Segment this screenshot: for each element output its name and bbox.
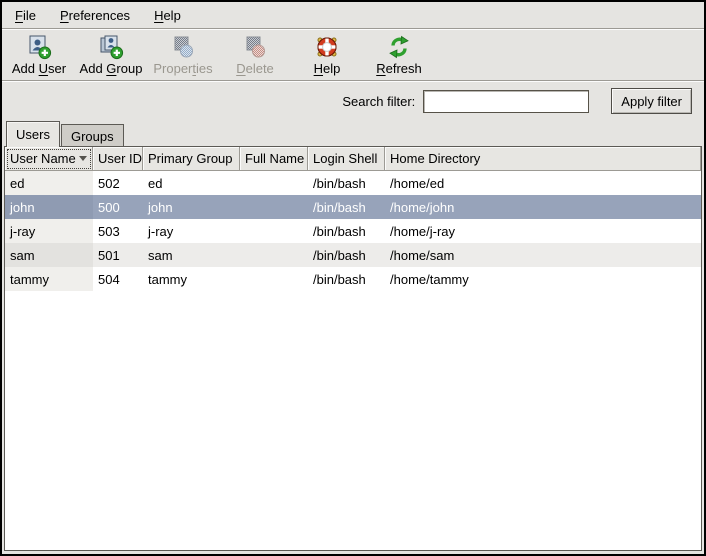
menu-preferences[interactable]: Preferences bbox=[57, 6, 133, 25]
toolbar: Add User Add Group bbox=[2, 29, 704, 81]
add-group-label: Add Group bbox=[80, 61, 143, 76]
column-header-login-shell[interactable]: Login Shell bbox=[308, 147, 385, 171]
user-manager-window: File Preferences Help Add User bbox=[0, 0, 706, 556]
delete-button[interactable]: Delete bbox=[220, 31, 290, 79]
tab-groups[interactable]: Groups bbox=[61, 124, 124, 146]
properties-icon bbox=[170, 34, 196, 60]
add-group-icon bbox=[98, 34, 124, 60]
search-filter-label: Search filter: bbox=[342, 94, 415, 109]
table-row-john-selected[interactable]: john 500 john /bin/bash /home/john bbox=[5, 195, 701, 219]
table-row-j-ray[interactable]: j-ray 503 j-ray /bin/bash /home/j-ray bbox=[5, 219, 701, 243]
menu-help[interactable]: Help bbox=[151, 6, 184, 25]
table-empty-area bbox=[5, 291, 701, 550]
delete-icon bbox=[242, 34, 268, 60]
refresh-label: Refresh bbox=[376, 61, 422, 76]
table-row-sam[interactable]: sam 501 sam /bin/bash /home/sam bbox=[5, 243, 701, 267]
column-header-full-name[interactable]: Full Name bbox=[240, 147, 308, 171]
column-header-user-name[interactable]: User Name bbox=[5, 147, 93, 171]
properties-button[interactable]: Properties bbox=[148, 31, 218, 79]
add-user-label: Add User bbox=[12, 61, 66, 76]
help-icon bbox=[314, 34, 340, 60]
column-header-user-id[interactable]: User ID bbox=[93, 147, 143, 171]
sort-descending-icon bbox=[79, 156, 87, 161]
add-user-icon bbox=[26, 34, 52, 60]
refresh-icon bbox=[386, 34, 412, 60]
users-table: User Name User ID Primary Group Full Nam… bbox=[4, 146, 702, 551]
search-filter-row: Search filter: Apply filter bbox=[2, 81, 704, 120]
menu-file[interactable]: File bbox=[12, 6, 39, 25]
column-header-home-directory[interactable]: Home Directory bbox=[385, 147, 701, 171]
add-group-button[interactable]: Add Group bbox=[76, 31, 146, 79]
menubar: File Preferences Help bbox=[2, 2, 704, 29]
refresh-button[interactable]: Refresh bbox=[364, 31, 434, 79]
help-label: Help bbox=[314, 61, 341, 76]
tab-bar: Users Groups bbox=[2, 120, 704, 146]
table-header-row: User Name User ID Primary Group Full Nam… bbox=[5, 147, 701, 171]
table-row-tammy[interactable]: tammy 504 tammy /bin/bash /home/tammy bbox=[5, 267, 701, 291]
search-filter-input[interactable] bbox=[423, 90, 589, 113]
properties-label: Properties bbox=[153, 61, 212, 76]
column-header-primary-group[interactable]: Primary Group bbox=[143, 147, 240, 171]
help-button[interactable]: Help bbox=[292, 31, 362, 79]
add-user-button[interactable]: Add User bbox=[4, 31, 74, 79]
apply-filter-button[interactable]: Apply filter bbox=[611, 88, 692, 114]
delete-label: Delete bbox=[236, 61, 274, 76]
tab-users[interactable]: Users bbox=[6, 121, 60, 147]
table-row-ed[interactable]: ed 502 ed /bin/bash /home/ed bbox=[5, 171, 701, 195]
